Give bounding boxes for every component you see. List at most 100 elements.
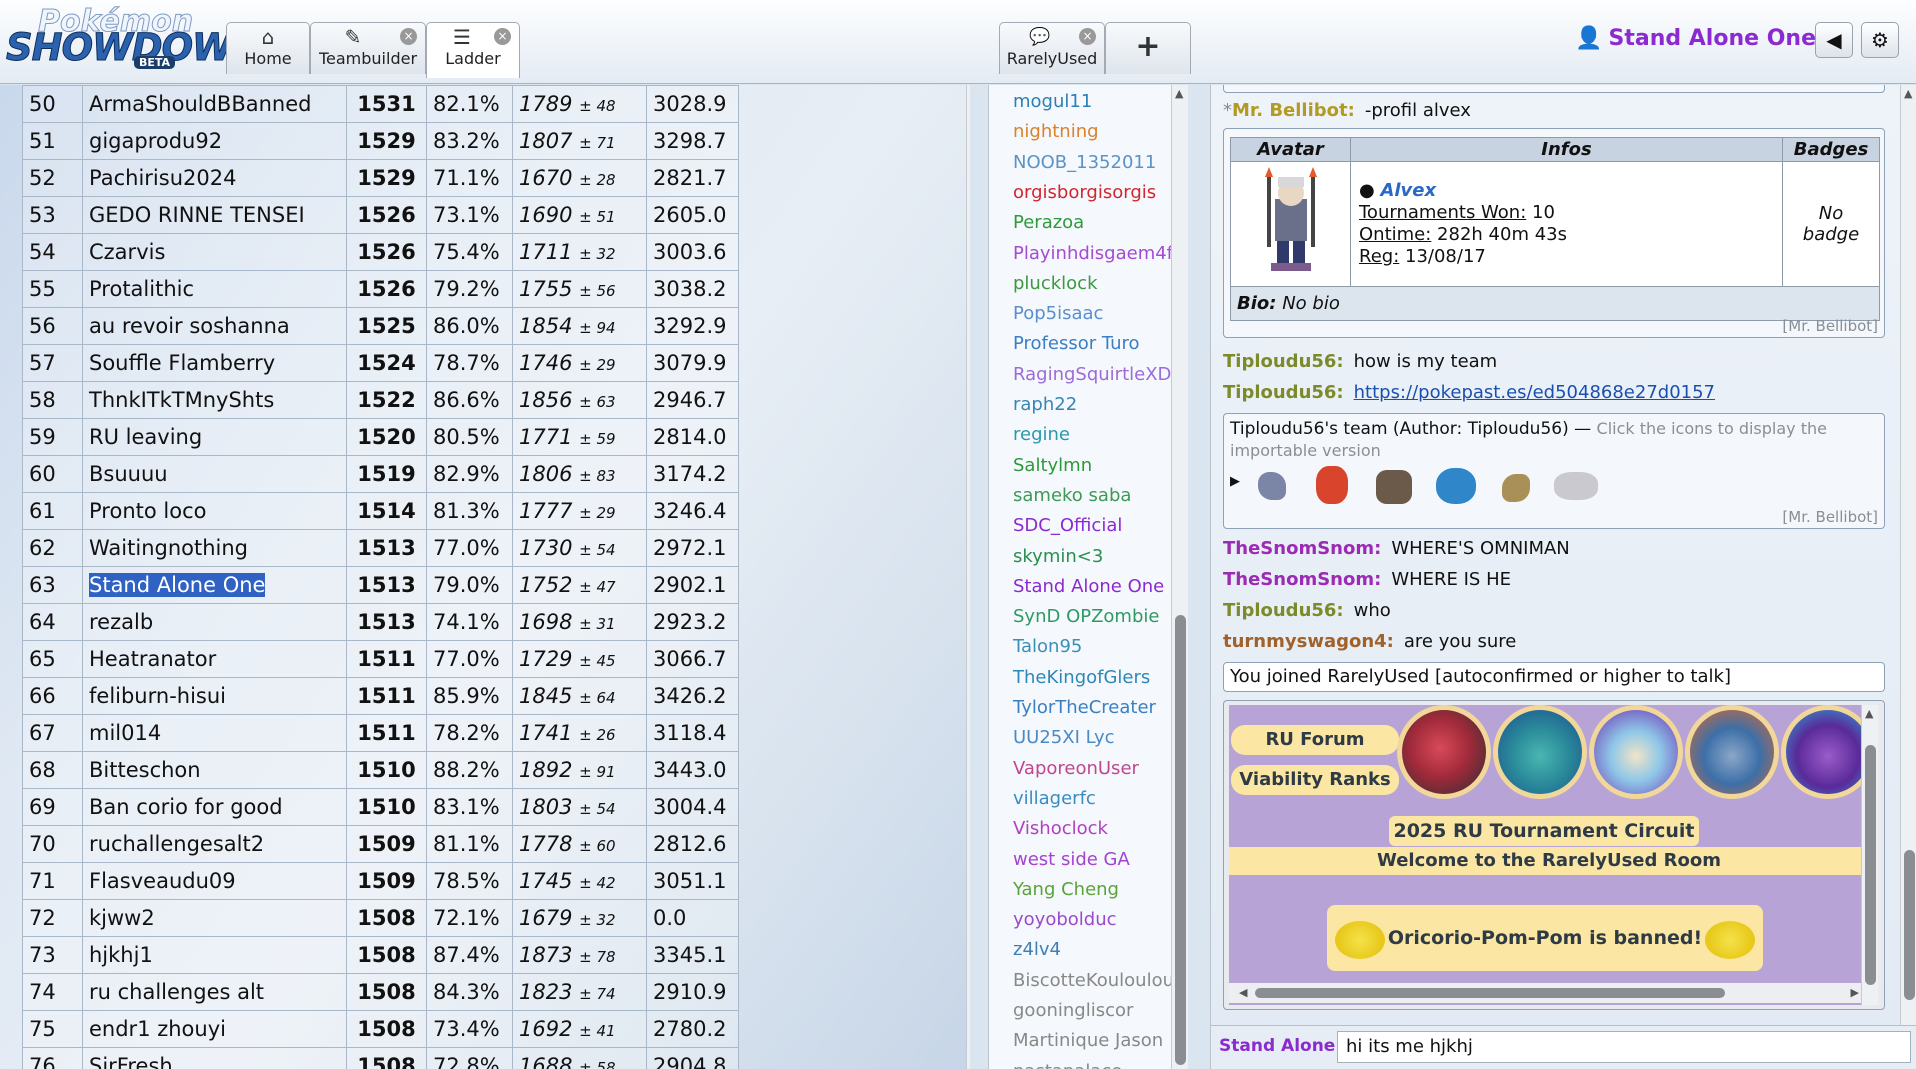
user-list-item[interactable]: Perazoa [1013,212,1084,233]
user-list-item[interactable]: plucklock [1013,273,1098,294]
chat-scrollbar[interactable]: ▲ [1900,85,1916,1025]
tab-rarelyused[interactable]: 💬 × RarelyUsed [999,22,1105,74]
user-list-item[interactable]: SDC_Official [1013,515,1122,536]
tab-ladder[interactable]: ☰ × Ladder [426,22,520,78]
team-expand-arrow-icon[interactable]: ▶ [1230,474,1240,489]
user-list-item[interactable]: Martinique Jason [1013,1030,1163,1051]
user-list-item[interactable]: BiscotteKouloulou [1013,970,1174,991]
player-name-cell[interactable]: Stand Alone One [82,566,347,604]
player-name-cell[interactable]: ThnkITkTMnyShts [82,381,347,419]
user-list-item[interactable]: TheKingofGlers [1013,667,1150,688]
scrollbar-thumb[interactable] [1175,615,1186,1065]
user-list-item[interactable]: yoyobolduc [1013,909,1117,930]
tournament-circuit-link[interactable]: 2025 RU Tournament Circuit [1389,816,1699,846]
ru-forum-link[interactable]: RU Forum [1231,725,1399,755]
player-name-cell[interactable]: kjww2 [82,899,347,937]
player-name-cell[interactable]: Protalithic [82,270,347,308]
user-list-item[interactable]: VaporeonUser [1013,758,1139,779]
scroll-up-arrow-icon[interactable]: ▲ [1865,707,1873,720]
tab-home[interactable]: ⌂ Home [226,22,310,74]
banner-vertical-scrollbar[interactable]: ▲ [1861,705,1878,1005]
player-name-cell[interactable]: Bitteschon [82,751,347,789]
chat-username[interactable]: TheSnomSnom: [1223,538,1381,559]
pokemon-sprite-icon[interactable] [1554,472,1598,500]
user-list-item[interactable]: gooningliscor [1013,1000,1133,1021]
user-list-item[interactable]: SynD OPZombie [1013,606,1159,627]
player-name-cell[interactable]: mil014 [82,714,347,752]
chat-username[interactable]: Mr. Bellibot: [1232,100,1355,121]
scroll-up-arrow-icon[interactable]: ▲ [1904,87,1912,100]
tab-new-room[interactable]: + [1105,22,1191,74]
settings-button[interactable]: ⚙ [1861,22,1899,58]
user-list-item[interactable]: UU25XI Lyc [1013,727,1115,748]
profile-name[interactable]: Alvex [1380,180,1436,201]
ladder-scrollbar[interactable]: ▲ [966,85,970,1069]
sound-button[interactable]: ◀ [1815,22,1853,58]
user-list-item[interactable]: Talon95 [1013,636,1082,657]
user-list-item[interactable]: Playinhdisgaem4fun [1013,243,1188,264]
userlist-scrollbar[interactable]: ▲ [1171,85,1188,1069]
pokemon-sprite-icon[interactable] [1258,472,1286,500]
pokemon-sprite-icon[interactable] [1436,468,1476,504]
player-name-cell[interactable]: Pronto loco [82,492,347,530]
close-icon[interactable]: × [1079,28,1096,45]
player-name-cell[interactable]: feliburn-hisui [82,677,347,715]
player-name-cell[interactable]: au revoir soshanna [82,307,347,345]
chat-username[interactable]: Tiploudu56: [1223,351,1344,372]
chat-username[interactable]: TheSnomSnom: [1223,569,1381,590]
chat-input[interactable]: hi its me hjkhj [1337,1031,1911,1063]
close-icon[interactable]: × [400,28,417,45]
pokemon-sprite-icon[interactable] [1316,466,1348,504]
user-list-item[interactable]: mogul11 [1013,91,1092,112]
player-name-cell[interactable]: SirFresh [82,1047,347,1069]
user-list-item[interactable]: NOOB_1352011 [1013,152,1156,173]
chat-link[interactable]: https://pokepast.es/ed504868e27d0157 [1354,382,1715,403]
user-list-item[interactable]: Pop5isaac [1013,303,1103,324]
pokemon-sprite-icon[interactable] [1376,470,1412,504]
user-list-item[interactable]: z4lv4 [1013,939,1061,960]
user-list-item[interactable]: Vishoclock [1013,818,1108,839]
player-name-cell[interactable]: Souffle Flamberry [82,344,347,382]
user-list-item[interactable]: Professor Turo [1013,333,1140,354]
user-list-item[interactable]: Stand Alone One [1013,576,1164,597]
close-icon[interactable]: × [494,28,511,45]
player-name-cell[interactable]: Bsuuuu [82,455,347,493]
user-list-item[interactable]: Saltylmn [1013,455,1092,476]
player-name-cell[interactable]: Czarvis [82,233,347,271]
user-list-item[interactable]: raph22 [1013,394,1077,415]
user-list-item[interactable]: pastapalace [1013,1061,1122,1069]
viability-ranks-link[interactable]: Viability Ranks [1231,765,1399,795]
chat-username[interactable]: Tiploudu56: [1223,382,1344,403]
user-list-item[interactable]: sameko saba [1013,485,1131,506]
player-name-cell[interactable]: Pachirisu2024 [82,159,347,197]
user-list-item[interactable]: nightning [1013,121,1099,142]
player-name-cell[interactable]: RU leaving [82,418,347,456]
chat-username[interactable]: Tiploudu56: [1223,600,1344,621]
banner-horizontal-scrollbar[interactable]: ◀ ▶ [1229,983,1869,1003]
user-list-item[interactable]: skymin<3 [1013,546,1103,567]
player-name-cell[interactable]: ArmaShouldBBanned [82,85,347,123]
user-list-item[interactable]: orgisborgisorgis [1013,182,1156,203]
player-name-cell[interactable]: GEDO RINNE TENSEI [82,196,347,234]
player-name-cell[interactable]: rezalb [82,603,347,641]
user-list-item[interactable]: west side GA [1013,849,1130,870]
user-list-item[interactable]: RagingSquirtleXD [1013,364,1171,385]
scroll-up-arrow-icon[interactable]: ▲ [1175,87,1183,100]
user-list-item[interactable]: Yang Cheng [1013,879,1119,900]
player-name-cell[interactable]: ru challenges alt [82,973,347,1011]
scrollbar-thumb[interactable] [1865,745,1876,985]
pokemon-showdown-logo[interactable]: Pokémon SHOWDOWN BETA [4,4,264,70]
player-name-cell[interactable]: Flasveaudu09 [82,862,347,900]
tab-teambuilder[interactable]: ✎ × Teambuilder [310,22,426,74]
player-name-cell[interactable]: Waitingnothing [82,529,347,567]
pokemon-sprite-icon[interactable] [1502,474,1530,502]
player-name-cell[interactable]: hjkhj1 [82,936,347,974]
scrollbar-thumb[interactable] [1904,850,1915,1000]
player-name-cell[interactable]: Heatranator [82,640,347,678]
player-name-cell[interactable]: Ban corio for good [82,788,347,826]
username-button[interactable]: 👤 Stand Alone One [1575,26,1816,51]
player-name-cell[interactable]: gigaprodu92 [82,122,347,160]
chat-username[interactable]: turnmyswagon4: [1223,631,1394,652]
player-name-cell[interactable]: endr1 zhouyi [82,1010,347,1048]
user-list-item[interactable]: villagerfc [1013,788,1096,809]
